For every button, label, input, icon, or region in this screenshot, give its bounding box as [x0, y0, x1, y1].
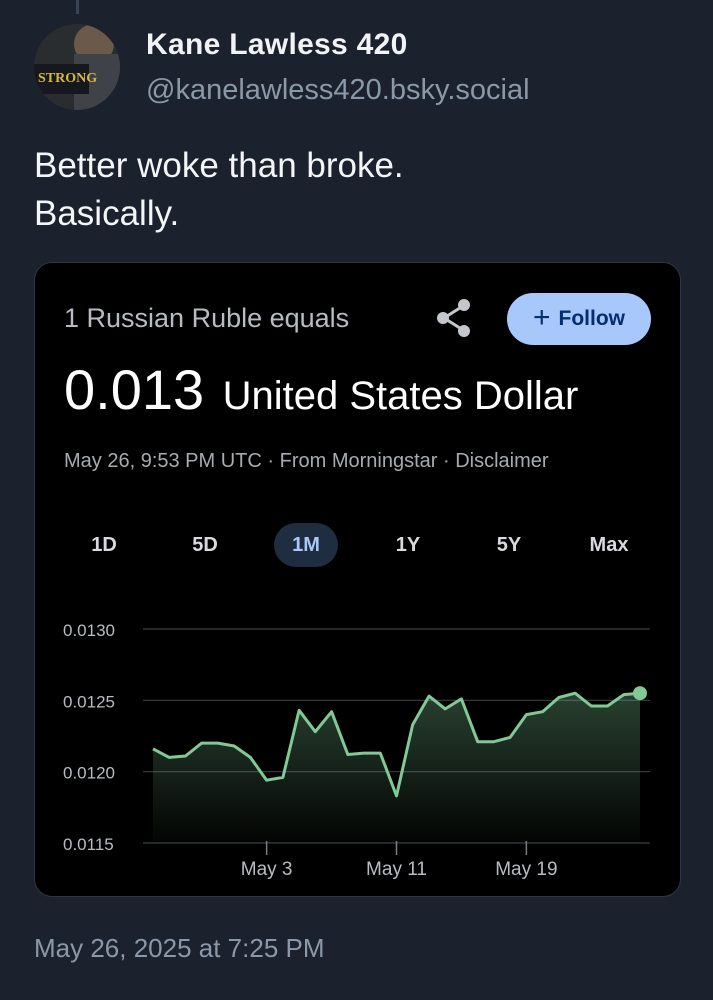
thread-line — [76, 0, 79, 14]
exchange-rate-chart[interactable]: 0.0130 0.0125 0.0120 0.0115 May 3 May 11 May 1… — [35, 593, 680, 883]
plus-icon: + — [532, 300, 551, 334]
range-tab-1m[interactable]: 1M — [274, 523, 338, 567]
range-tab-5y[interactable]: 5Y — [481, 523, 537, 567]
exchange-rate: 0.013 United States Dollar — [64, 357, 578, 422]
post-text-line: Basically. — [34, 194, 180, 233]
y-tick-label: 0.0120 — [63, 764, 115, 783]
current-value-dot — [633, 686, 647, 701]
author-display-name[interactable]: Kane Lawless 420 — [146, 28, 408, 62]
range-tab-1y[interactable]: 1Y — [380, 523, 436, 567]
rate-currency: United States Dollar — [222, 374, 579, 418]
x-tick-label: May 3 — [241, 859, 293, 880]
x-tick-label: May 11 — [366, 859, 427, 880]
post-text: Better woke than broke. Basically. — [34, 142, 404, 238]
card-subtitle: 1 Russian Ruble equals — [64, 303, 350, 333]
x-tick-label: May 19 — [495, 859, 557, 880]
follow-label: Follow — [558, 307, 626, 330]
follow-button[interactable]: + Follow — [507, 293, 651, 345]
rate-meta: May 26, 9:53 PM UTC · From Morningstar ·… — [64, 450, 549, 472]
author-handle[interactable]: @kanelawless420.bsky.social — [146, 74, 530, 107]
currency-card[interactable]: 1 Russian Ruble equals + Follow 0.013 Un… — [34, 262, 681, 897]
avatar[interactable]: STRONG — [34, 24, 120, 110]
range-tab-1d[interactable]: 1D — [76, 523, 132, 567]
svg-text:STRONG: STRONG — [38, 71, 97, 86]
share-icon[interactable] — [433, 297, 475, 339]
rate-value: 0.013 — [64, 358, 205, 421]
avatar-image: STRONG — [34, 24, 120, 110]
y-tick-label: 0.0130 — [63, 621, 115, 640]
y-tick-label: 0.0125 — [63, 692, 115, 711]
chart-area — [153, 693, 640, 843]
y-tick-label: 0.0115 — [63, 835, 114, 854]
post-text-line: Better woke than broke. — [34, 146, 404, 185]
range-tab-max[interactable]: Max — [581, 523, 637, 567]
range-tab-5d[interactable]: 5D — [177, 523, 233, 567]
post-timestamp[interactable]: May 26, 2025 at 7:25 PM — [34, 933, 325, 964]
range-tabs: 1D 5D 1M 1Y 5Y Max — [35, 523, 680, 567]
